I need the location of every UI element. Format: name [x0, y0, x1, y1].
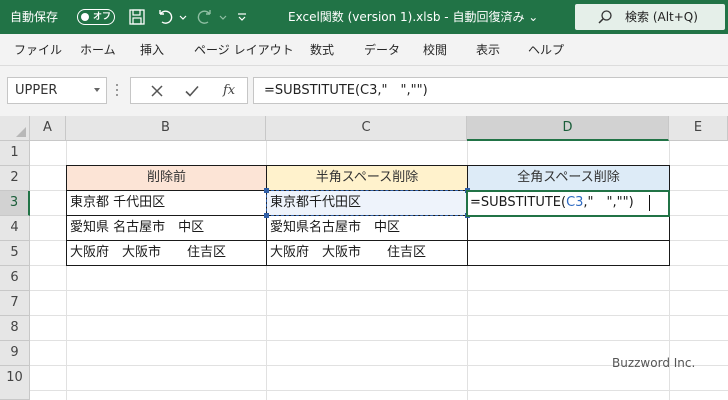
watermark: Buzzword Inc. — [612, 356, 696, 370]
table-header-halfwidth-removed[interactable]: 半角スペース削除 — [267, 166, 467, 191]
search-box[interactable]: 検索 (Alt+Q) — [575, 4, 725, 30]
row-header-10[interactable]: 10 — [0, 366, 30, 400]
name-box-dropdown-icon[interactable] — [94, 88, 100, 92]
formula-suffix: ," ","") — [583, 195, 634, 210]
formula-bar-splitter[interactable] — [116, 84, 119, 98]
formula-prefix: =SUBSTITUTE( — [470, 195, 567, 210]
undo-dropdown-icon[interactable] — [178, 8, 188, 26]
search-label: 検索 (Alt+Q) — [625, 10, 698, 24]
undo-icon[interactable] — [156, 8, 174, 26]
name-box[interactable]: UPPER — [7, 77, 107, 104]
title-bar: 自動保存 オフ Excel関数 (version 1).xlsb - 自動回復済… — [0, 0, 728, 34]
column-header-a[interactable]: A — [30, 116, 66, 141]
cell-c4[interactable]: 愛知県名古屋市 中区 — [267, 216, 467, 241]
cell-c3[interactable]: 東京都千代田区 — [267, 191, 467, 216]
formula-text: =SUBSTITUTE(C3," ","") — [264, 83, 428, 98]
tab-review[interactable]: 校閲 — [423, 34, 447, 66]
redo-icon[interactable] — [196, 8, 214, 26]
row-header-1[interactable]: 1 — [0, 141, 30, 166]
row-header-4[interactable]: 4 — [0, 216, 30, 241]
ribbon-tabs: ファイル ホーム 挿入 ページ レイアウト 数式 データ 校閲 表示 ヘルプ — [0, 34, 728, 66]
cell-d3-edit-text[interactable]: =SUBSTITUTE(C3," ","") — [470, 192, 634, 214]
formula-input[interactable]: =SUBSTITUTE(C3," ","") — [253, 77, 728, 104]
enter-check-icon[interactable] — [184, 83, 200, 99]
gridline — [30, 315, 728, 316]
window-title: Excel関数 (version 1).xlsb - 自動回復済み ⌄ — [288, 10, 539, 24]
cell-b4[interactable]: 愛知県 名古屋市 中区 — [67, 216, 266, 241]
tab-formulas[interactable]: 数式 — [310, 34, 334, 66]
table-header-before[interactable]: 削除前 — [67, 166, 266, 191]
redo-dropdown-icon[interactable] — [218, 8, 228, 26]
save-icon[interactable] — [128, 8, 146, 26]
row-header-5[interactable]: 5 — [0, 241, 30, 266]
row-header-7[interactable]: 7 — [0, 291, 30, 316]
tab-file[interactable]: ファイル — [14, 34, 62, 66]
column-header-d[interactable]: D — [467, 116, 669, 141]
gridline — [30, 290, 728, 291]
tab-home[interactable]: ホーム — [80, 34, 116, 66]
cancel-icon[interactable] — [149, 83, 165, 99]
customize-toolbar-icon[interactable] — [236, 8, 248, 26]
cell-b5[interactable]: 大阪府 大阪市 住吉区 — [67, 241, 266, 266]
table-border — [66, 240, 670, 241]
tab-view[interactable]: 表示 — [476, 34, 500, 66]
cell-c5[interactable]: 大阪府 大阪市 住吉区 — [267, 241, 467, 266]
tab-data[interactable]: データ — [364, 34, 400, 66]
column-header-c[interactable]: C — [266, 116, 467, 141]
active-cell-d3[interactable]: =SUBSTITUTE(C3," ","") — [466, 190, 670, 217]
autosave-label: 自動保存 — [10, 10, 59, 24]
cell-d4[interactable] — [468, 216, 668, 241]
row-header-2[interactable]: 2 — [0, 166, 30, 191]
gridline — [30, 340, 728, 341]
row-header-8[interactable]: 8 — [0, 316, 30, 341]
table-header-fullwidth-removed[interactable]: 全角スペース削除 — [468, 166, 669, 191]
name-box-value: UPPER — [15, 83, 58, 98]
column-header-b[interactable]: B — [66, 116, 266, 141]
column-header-e[interactable]: E — [669, 116, 728, 141]
row-header-6[interactable]: 6 — [0, 266, 30, 291]
autosave-toggle-state: オフ — [93, 12, 112, 22]
tab-insert[interactable]: 挿入 — [140, 34, 164, 66]
toggle-knob — [81, 12, 89, 21]
row-header-9[interactable]: 9 — [0, 341, 30, 366]
gridline — [30, 390, 728, 391]
tab-help[interactable]: ヘルプ — [528, 34, 564, 66]
cell-d5[interactable] — [468, 241, 668, 266]
formula-buttons: fx — [130, 77, 248, 104]
insert-function-icon[interactable]: fx — [223, 80, 235, 102]
tab-page-layout[interactable]: ページ レイアウト — [194, 34, 294, 66]
cell-b3[interactable]: 東京都 千代田区 — [67, 191, 266, 216]
search-icon — [598, 10, 612, 24]
formula-reference: C3 — [566, 195, 584, 210]
select-all-corner[interactable] — [0, 116, 30, 141]
autosave-toggle[interactable]: オフ — [77, 9, 115, 25]
text-cursor — [649, 195, 650, 211]
row-header-3[interactable]: 3 — [0, 191, 30, 216]
formula-bar: UPPER fx =SUBSTITUTE(C3," ","") — [0, 66, 728, 116]
